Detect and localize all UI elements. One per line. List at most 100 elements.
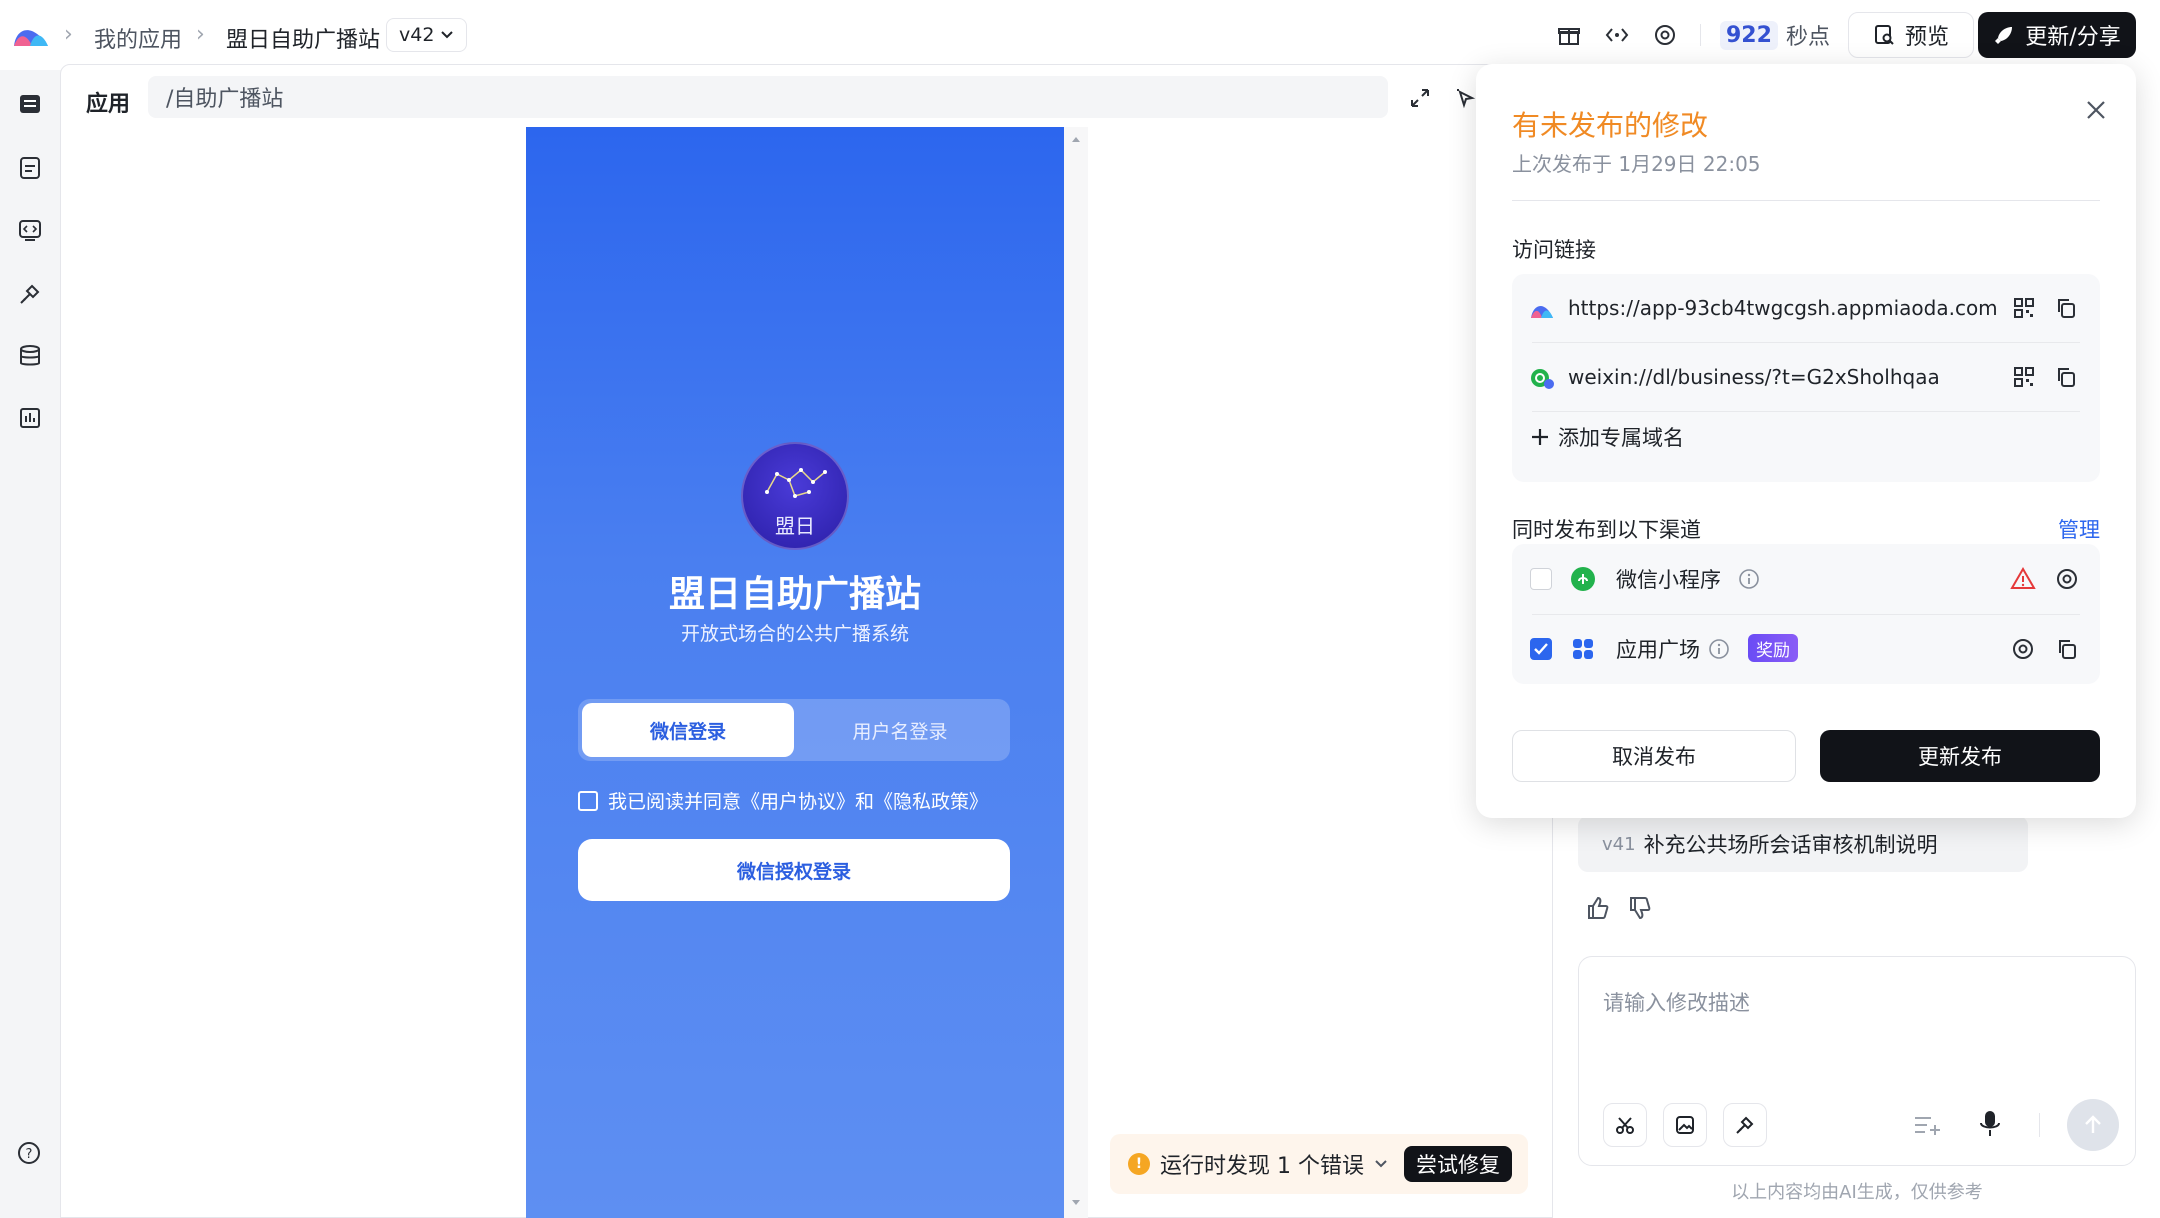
url-bar[interactable]: /自助广播站 — [148, 76, 1388, 118]
version-selector[interactable]: v42 — [386, 18, 468, 52]
settings-icon[interactable] — [2054, 566, 2080, 592]
chevron-right-icon: › — [64, 22, 73, 47]
rocket-icon — [1995, 27, 2013, 44]
update-share-button[interactable]: 更新/分享 — [1978, 12, 2136, 58]
code-window-icon[interactable] — [16, 216, 44, 244]
microphone-icon[interactable] — [1977, 1109, 2003, 1139]
version-label: v42 — [399, 24, 435, 46]
select-element-icon[interactable] — [1454, 86, 1478, 110]
qr-code-icon[interactable] — [2012, 365, 2036, 389]
scissors-icon — [1616, 1117, 1634, 1134]
close-icon[interactable] — [2080, 94, 2112, 126]
plugin-button[interactable] — [1723, 1103, 1767, 1147]
prompt-list-icon[interactable] — [1913, 1113, 1941, 1137]
warning-triangle-icon[interactable] — [2010, 566, 2036, 592]
version-message-text: 补充公共场所会话审核机制说明 — [1643, 833, 1938, 857]
qr-code-icon[interactable] — [2012, 296, 2036, 320]
database-icon[interactable] — [16, 342, 44, 370]
share-label: 更新/分享 — [2025, 25, 2121, 50]
version-tag: v41 — [1602, 833, 1636, 855]
agreement-row[interactable]: 我已阅读并同意《用户协议》和《隐私政策》 — [578, 787, 988, 814]
top-bar: › 我的应用 › 盟日自助广播站 v42 922 秒点 预览 更新/分享 — [0, 0, 2160, 70]
copy-icon[interactable] — [2054, 296, 2078, 320]
miniprogram-checkbox[interactable] — [1530, 568, 1552, 590]
app-icon[interactable] — [16, 90, 44, 118]
app-tab[interactable]: 应用 — [86, 86, 130, 118]
info-icon[interactable] — [1738, 568, 1760, 590]
web-link-text[interactable]: https://app-93cb4twgcgsh.appmiaoda.com — [1568, 296, 1998, 320]
breadcrumb-my-apps[interactable]: 我的应用 — [94, 22, 182, 54]
app-plaza-checkbox[interactable] — [1530, 638, 1552, 660]
thumbs-down-icon[interactable] — [1626, 894, 1654, 922]
wechat-icon — [1531, 369, 1554, 389]
miniprogram-icon — [1571, 567, 1595, 591]
manage-link[interactable]: 管理 — [2058, 514, 2100, 544]
fullscreen-icon[interactable] — [1408, 86, 1432, 110]
thumbs-up-icon[interactable] — [1584, 894, 1612, 922]
scroll-up-icon[interactable] — [1071, 135, 1081, 143]
code-icon[interactable] — [1604, 22, 1630, 48]
update-publish-button[interactable]: 更新发布 — [1820, 730, 2100, 782]
points-display[interactable]: 922 秒点 — [1720, 18, 1830, 52]
gift-icon[interactable] — [1556, 22, 1582, 48]
agreement-text: 我已阅读并同意《用户协议》和《隐私政策》 — [608, 791, 989, 813]
plus-icon — [1532, 429, 1548, 445]
warning-dot-icon: ! — [1128, 1153, 1150, 1175]
channels-box: 微信小程序 应用广场 奖励 — [1512, 544, 2100, 684]
image-upload-button[interactable] — [1663, 1103, 1707, 1147]
breadcrumb-app-name[interactable]: 盟日自助广播站 — [226, 22, 380, 54]
copy-icon[interactable] — [2054, 365, 2078, 389]
last-published-time: 上次发布于 1月29日 22:05 — [1512, 152, 1761, 176]
weixin-link-text[interactable]: weixin://dl/business/?t=G2xSholhqaa — [1568, 365, 1940, 389]
left-nav: ? — [0, 70, 60, 1218]
chevron-right-icon: › — [196, 22, 205, 47]
analytics-icon[interactable] — [16, 404, 44, 432]
preview-label: 预览 — [1904, 25, 1949, 50]
chat-input-placeholder[interactable]: 请输入修改描述 — [1603, 987, 1750, 1017]
chevron-down-icon[interactable] — [1374, 1159, 1388, 1169]
channel-row-miniprogram[interactable]: 微信小程序 — [1512, 544, 2100, 614]
channels-label: 同时发布到以下渠道 — [1512, 518, 1701, 542]
help-icon[interactable]: ? — [16, 1140, 42, 1166]
divider — [1512, 200, 2100, 201]
phone-preview: 盟日 盟日自助广播站 开放式场合的公共广播系统 微信登录 用户名登录 我已阅读并… — [526, 127, 1064, 1218]
reward-badge: 奖励 — [1748, 634, 1798, 662]
info-icon[interactable] — [1708, 638, 1730, 660]
cancel-publish-button[interactable]: 取消发布 — [1512, 730, 1796, 782]
access-links-label: 访问链接 — [1512, 238, 1596, 262]
svg-text:?: ? — [26, 1147, 33, 1162]
plugin-icon[interactable] — [16, 280, 44, 308]
url-text: /自助广播站 — [166, 87, 284, 112]
settings-icon[interactable] — [1652, 22, 1678, 48]
plugin-icon — [1736, 1116, 1754, 1134]
chat-input-box[interactable]: 请输入修改描述 — [1578, 956, 2136, 1166]
send-button[interactable] — [2067, 1099, 2119, 1151]
popup-title: 有未发布的修改 — [1512, 109, 1709, 142]
link-row-web[interactable]: https://app-93cb4twgcgsh.appmiaoda.com — [1512, 274, 2100, 343]
runtime-error-bar[interactable]: ! 运行时发现 1 个错误 尝试修复 — [1110, 1134, 1528, 1194]
add-domain-label: 添加专属域名 — [1558, 426, 1684, 450]
points-unit: 秒点 — [1785, 25, 1830, 50]
wechat-auth-button[interactable]: 微信授权登录 — [578, 839, 1010, 901]
app-title: 盟日自助广播站 — [668, 574, 921, 615]
constellation-icon — [765, 468, 827, 498]
try-fix-button[interactable]: 尝试修复 — [1404, 1146, 1512, 1182]
preview-scrollbar[interactable] — [1064, 127, 1088, 1218]
settings-icon[interactable] — [2010, 636, 2036, 662]
copy-icon[interactable] — [2054, 636, 2080, 662]
preview-button[interactable]: 预览 — [1848, 12, 1974, 58]
tab-wechat-login[interactable]: 微信登录 — [582, 703, 794, 757]
tab-username-login[interactable]: 用户名登录 — [794, 703, 1006, 757]
channel-row-app-plaza[interactable]: 应用广场 奖励 — [1512, 614, 2100, 684]
tools-button[interactable] — [1603, 1103, 1647, 1147]
app-avatar: 盟日 — [741, 442, 849, 550]
link-row-weixin[interactable]: weixin://dl/business/?t=G2xSholhqaa — [1512, 343, 2100, 412]
scroll-down-icon[interactable] — [1071, 1199, 1081, 1207]
app-logo-icon[interactable] — [12, 20, 50, 50]
chevron-down-icon — [441, 31, 454, 39]
add-domain-button[interactable]: 添加专属域名 — [1530, 422, 1684, 452]
version-message[interactable]: v41 补充公共场所会话审核机制说明 — [1578, 816, 2028, 872]
error-text: 运行时发现 1 个错误 — [1160, 1154, 1364, 1179]
agreement-checkbox[interactable] — [578, 790, 598, 811]
document-icon[interactable] — [16, 154, 44, 182]
